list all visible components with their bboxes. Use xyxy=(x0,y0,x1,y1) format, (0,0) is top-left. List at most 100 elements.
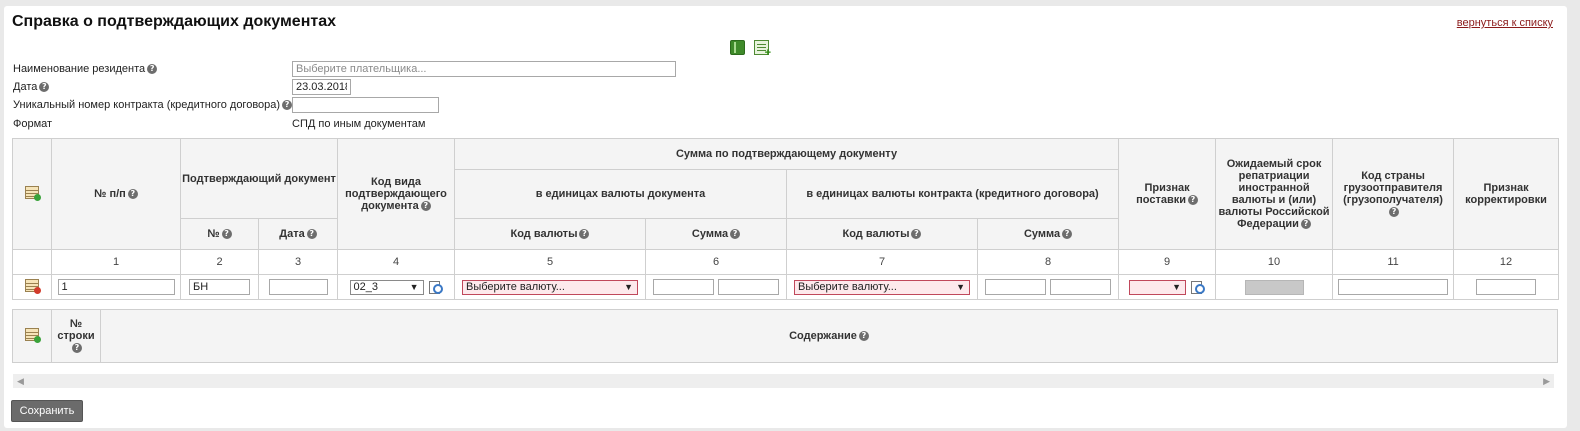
correction-sign-cell xyxy=(1453,274,1560,300)
book-icon[interactable] xyxy=(730,40,745,55)
amount-input-1[interactable] xyxy=(653,279,715,295)
lookup-icon[interactable] xyxy=(1191,280,1206,294)
help-icon[interactable]: ? xyxy=(1300,219,1311,229)
doc-no-cell xyxy=(180,274,259,300)
scroll-left-icon[interactable]: ◀ xyxy=(17,374,24,388)
help-icon[interactable]: ? xyxy=(127,189,138,199)
help-icon[interactable]: ? xyxy=(1062,229,1073,239)
help-icon[interactable]: ? xyxy=(911,229,922,239)
help-icon[interactable]: ? xyxy=(306,229,317,239)
country-code-cell xyxy=(1332,274,1455,300)
help-icon[interactable]: ? xyxy=(1389,207,1400,217)
th-country-code: Код страны грузоотправителя (грузополуча… xyxy=(1332,138,1455,250)
th-confirming-doc: Подтверждающий документ xyxy=(180,138,338,219)
documents-table: № п/п? Подтверждающий документ Код вида … xyxy=(12,138,1560,300)
date-input[interactable] xyxy=(292,79,351,95)
page-container: Справка о подтверждающих документах верн… xyxy=(4,6,1567,428)
resident-label: Наименование резидента xyxy=(13,63,146,75)
chevron-down-icon: ▼ xyxy=(956,281,965,292)
add-row-icon[interactable] xyxy=(25,186,41,201)
country-code-input[interactable] xyxy=(1338,279,1449,295)
contract-amount-input-2[interactable] xyxy=(1049,279,1111,295)
format-value: СПД по иным документам xyxy=(292,118,426,130)
date-row: Дата? xyxy=(13,81,50,93)
th-doc-date: Дата? xyxy=(258,218,338,250)
contract-row: Уникальный номер контракта (кредитного д… xyxy=(13,99,293,111)
delete-row-icon[interactable] xyxy=(25,279,41,294)
chevron-down-icon: ▼ xyxy=(409,281,419,292)
delivery-sign-cell: ▼ xyxy=(1118,274,1217,300)
column-numbers-row: 1 2 3 4 5 6 7 8 9 10 11 12 xyxy=(12,249,1560,275)
column-number: 9 xyxy=(1118,249,1217,275)
th-line-no: № строки? xyxy=(51,309,101,363)
top-toolbar xyxy=(730,40,771,58)
resident-input[interactable] xyxy=(292,61,676,77)
format-row: Формат xyxy=(13,118,52,130)
doc-date-cell xyxy=(258,274,338,300)
help-icon[interactable]: ? xyxy=(147,64,158,74)
add-row-icon[interactable] xyxy=(25,328,41,343)
repatriation-cell xyxy=(1215,274,1334,300)
horizontal-scrollbar[interactable]: ◀ ▶ xyxy=(13,374,1554,388)
currency-cell: Выберите валюту... ▼ xyxy=(454,274,646,300)
doc-type-cell: 02_3 ▼ xyxy=(337,274,455,300)
th-num: № п/п? xyxy=(51,138,181,250)
th-contract-amount: Сумма? xyxy=(976,218,1120,250)
column-number: 6 xyxy=(645,249,787,275)
contract-number-input[interactable] xyxy=(292,97,439,113)
amount-cell xyxy=(645,274,787,300)
content-add-cell xyxy=(12,309,52,363)
th-amount: Сумма? xyxy=(645,218,787,250)
amount-input-2[interactable] xyxy=(717,279,779,295)
chevron-down-icon: ▼ xyxy=(1172,281,1182,292)
doc-no-input[interactable] xyxy=(189,279,250,295)
back-to-list-link[interactable]: вернуться к списку xyxy=(1457,17,1553,29)
help-icon[interactable]: ? xyxy=(420,201,431,211)
th-contract-currency-code: Код валюты? xyxy=(786,218,978,250)
doc-date-input[interactable] xyxy=(268,279,328,295)
lookup-icon[interactable] xyxy=(428,280,443,294)
sheet-add-icon[interactable] xyxy=(754,40,771,58)
th-doc-type-code: Код вида подтверждающего документа? xyxy=(337,138,455,250)
help-icon[interactable]: ? xyxy=(579,229,590,239)
column-number-blank xyxy=(12,249,52,275)
th-in-contract-currency: в единицах валюты контракта (кредитного … xyxy=(785,169,1120,219)
contract-amount-input-1[interactable] xyxy=(985,279,1047,295)
currency-select[interactable]: Выберите валюту... ▼ xyxy=(462,279,638,295)
table-row: 02_3▼ Выберите валюту...▼ Выберите валют… xyxy=(12,274,1560,300)
column-number: 8 xyxy=(976,249,1120,275)
save-button[interactable]: Сохранить xyxy=(11,400,83,422)
doc-type-select[interactable]: 02_3 ▼ xyxy=(349,279,424,295)
row-num-cell xyxy=(51,274,181,300)
scroll-right-icon[interactable]: ▶ xyxy=(1543,374,1550,388)
contract-currency-select[interactable]: Выберите валюту... ▼ xyxy=(794,279,970,295)
column-number: 2 xyxy=(180,249,259,275)
row-num-input[interactable] xyxy=(57,279,175,295)
th-in-doc-currency: в единицах валюты документа xyxy=(454,169,787,219)
contract-currency-cell: Выберите валюту... ▼ xyxy=(786,274,978,300)
delivery-sign-select[interactable]: ▼ xyxy=(1129,279,1187,295)
help-icon[interactable]: ? xyxy=(858,331,869,341)
th-sum-by-doc: Сумма по подтверждающему документу xyxy=(453,138,1120,170)
help-icon[interactable]: ? xyxy=(730,229,741,239)
column-number: 5 xyxy=(454,249,646,275)
correction-sign-input[interactable] xyxy=(1476,279,1537,295)
help-icon[interactable]: ? xyxy=(221,229,232,239)
help-icon[interactable]: ? xyxy=(72,343,82,353)
help-icon[interactable]: ? xyxy=(39,82,50,92)
resident-row: Наименование резидента? xyxy=(13,63,158,75)
column-number: 1 xyxy=(51,249,181,275)
th-repatriation: Ожидаемый срок репатриации иностранной в… xyxy=(1215,138,1334,250)
column-number: 3 xyxy=(258,249,338,275)
date-label: Дата xyxy=(13,81,38,93)
column-number: 10 xyxy=(1215,249,1334,275)
content-table: № строки? Содержание? xyxy=(12,309,1558,363)
add-row-cell xyxy=(12,138,52,250)
help-icon[interactable]: ? xyxy=(1187,195,1198,205)
th-content: Содержание? xyxy=(100,309,1558,363)
resident-field-wrap xyxy=(292,61,676,77)
delete-row-cell xyxy=(12,274,52,300)
help-icon[interactable]: ? xyxy=(282,100,293,110)
contract-label: Уникальный номер контракта (кредитного д… xyxy=(13,99,281,111)
th-correction-sign: Признак корректировки xyxy=(1453,138,1560,250)
